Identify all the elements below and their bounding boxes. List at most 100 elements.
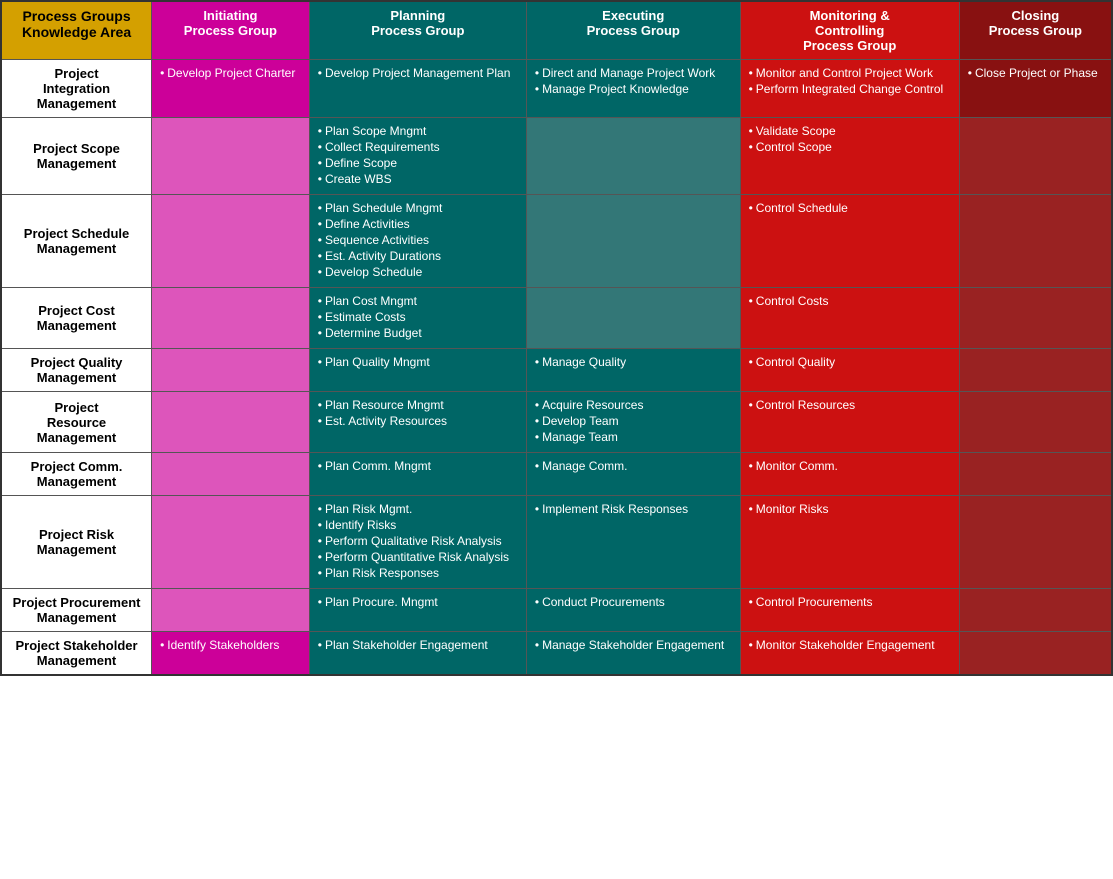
- planning-item: Develop Project Management Plan: [318, 66, 518, 80]
- initiating-cell: Identify Stakeholders: [152, 632, 310, 676]
- executing-item: Manage Quality: [535, 355, 732, 369]
- planning-item: Plan Risk Mgmt.: [318, 502, 518, 516]
- planning-cell: Develop Project Management Plan: [309, 60, 526, 118]
- monitoring-item: Monitor Risks: [749, 502, 951, 516]
- closing-cell: [959, 496, 1112, 589]
- executing-cell: [526, 195, 740, 288]
- header-executing: Executing Process Group: [526, 1, 740, 60]
- header-planning: Planning Process Group: [309, 1, 526, 60]
- planning-cell: Plan Stakeholder Engagement: [309, 632, 526, 676]
- planning-item: Perform Qualitative Risk Analysis: [318, 534, 518, 548]
- knowledge-area-cell: Project Procurement Management: [1, 589, 152, 632]
- monitoring-item: Validate Scope: [749, 124, 951, 138]
- planning-item: Plan Risk Responses: [318, 566, 518, 580]
- knowledge-area-cell: Project Integration Management: [1, 60, 152, 118]
- monitoring-item: Control Procurements: [749, 595, 951, 609]
- knowledge-area-cell: Project Risk Management: [1, 496, 152, 589]
- planning-cell: Plan Procure. Mngmt: [309, 589, 526, 632]
- table-row: Project Comm. Management Plan Comm. Mngmt…: [1, 453, 1112, 496]
- executing-cell: Manage Stakeholder Engagement: [526, 632, 740, 676]
- executing-cell: [526, 118, 740, 195]
- planning-item: Plan Quality Mngmt: [318, 355, 518, 369]
- header-knowledge: Process Groups Knowledge Area: [1, 1, 152, 60]
- executing-cell: [526, 288, 740, 349]
- initiating-item: Develop Project Charter: [160, 66, 301, 80]
- knowledge-area-cell: Project Cost Management: [1, 288, 152, 349]
- knowledge-area-cell: Project Comm. Management: [1, 453, 152, 496]
- table-row: Project Schedule ManagementPlan Schedule…: [1, 195, 1112, 288]
- initiating-cell: [152, 118, 310, 195]
- monitoring-item: Monitor Stakeholder Engagement: [749, 638, 951, 652]
- table-row: Project Cost Management Plan Cost Mngmt Es…: [1, 288, 1112, 349]
- closing-cell: [959, 453, 1112, 496]
- executing-cell: Manage Comm.: [526, 453, 740, 496]
- closing-item: Close Project or Phase: [968, 66, 1103, 80]
- planning-cell: Plan Comm. Mngmt: [309, 453, 526, 496]
- initiating-cell: [152, 392, 310, 453]
- closing-cell: [959, 118, 1112, 195]
- planning-item: Plan Procure. Mngmt: [318, 595, 518, 609]
- planning-item: Plan Scope Mngmt: [318, 124, 518, 138]
- closing-cell: [959, 632, 1112, 676]
- planning-item: Define Scope: [318, 156, 518, 170]
- closing-cell: [959, 349, 1112, 392]
- closing-cell: [959, 288, 1112, 349]
- executing-item: Develop Team: [535, 414, 732, 428]
- monitoring-item: Control Quality: [749, 355, 951, 369]
- executing-cell: Manage Quality: [526, 349, 740, 392]
- header-row: Process Groups Knowledge Area Initiating…: [1, 1, 1112, 60]
- planning-item: Create WBS: [318, 172, 518, 186]
- initiating-cell: [152, 288, 310, 349]
- executing-item: Conduct Procurements: [535, 595, 732, 609]
- initiating-cell: [152, 349, 310, 392]
- executing-item: Manage Team: [535, 430, 732, 444]
- planning-item: Identify Risks: [318, 518, 518, 532]
- initiating-cell: [152, 589, 310, 632]
- knowledge-area-cell: Project Quality Management: [1, 349, 152, 392]
- knowledge-area-cell: Project Stakeholder Management: [1, 632, 152, 676]
- header-closing: Closing Process Group: [959, 1, 1112, 60]
- planning-item: Collect Requirements: [318, 140, 518, 154]
- monitoring-item: Monitor Comm.: [749, 459, 951, 473]
- executing-item: Implement Risk Responses: [535, 502, 732, 516]
- monitoring-cell: Monitor Risks: [740, 496, 959, 589]
- planning-item: Plan Comm. Mngmt: [318, 459, 518, 473]
- monitoring-cell: Monitor Comm.: [740, 453, 959, 496]
- executing-cell: Direct and Manage Project WorkManage Pro…: [526, 60, 740, 118]
- monitoring-cell: Monitor Stakeholder Engagement: [740, 632, 959, 676]
- planning-item: Est. Activity Durations: [318, 249, 518, 263]
- monitoring-item: Control Resources: [749, 398, 951, 412]
- knowledge-area-cell: Project Scope Management: [1, 118, 152, 195]
- executing-item: Manage Comm.: [535, 459, 732, 473]
- monitoring-cell: Control Quality: [740, 349, 959, 392]
- header-monitoring: Monitoring & Controlling Process Group: [740, 1, 959, 60]
- planning-item: Sequence Activities: [318, 233, 518, 247]
- executing-item: Acquire Resources: [535, 398, 732, 412]
- table-row: Project Procurement Management Plan Procu…: [1, 589, 1112, 632]
- planning-item: Plan Cost Mngmt: [318, 294, 518, 308]
- monitoring-item: Control Scope: [749, 140, 951, 154]
- initiating-cell: [152, 453, 310, 496]
- planning-item: Plan Resource Mngmt: [318, 398, 518, 412]
- monitoring-cell: Control Resources: [740, 392, 959, 453]
- table-row: Project Scope Management Plan Scope Mngmt…: [1, 118, 1112, 195]
- planning-item: Estimate Costs: [318, 310, 518, 324]
- monitoring-cell: Control Schedule: [740, 195, 959, 288]
- pmbok-table: Process Groups Knowledge Area Initiating…: [0, 0, 1113, 676]
- table-row: Project Stakeholder Management Identify S…: [1, 632, 1112, 676]
- planning-item: Plan Stakeholder Engagement: [318, 638, 518, 652]
- initiating-cell: Develop Project Charter: [152, 60, 310, 118]
- header-initiating: Initiating Process Group: [152, 1, 310, 60]
- knowledge-area-cell: Project Schedule Management: [1, 195, 152, 288]
- monitoring-item: Perform Integrated Change Control: [749, 82, 951, 96]
- executing-item: Direct and Manage Project Work: [535, 66, 732, 80]
- initiating-cell: [152, 496, 310, 589]
- executing-item: Manage Stakeholder Engagement: [535, 638, 732, 652]
- planning-cell: Plan Cost Mngmt Estimate Costs Determine B…: [309, 288, 526, 349]
- initiating-item: Identify Stakeholders: [160, 638, 301, 652]
- planning-item: Determine Budget: [318, 326, 518, 340]
- table-row: Project Integration Management Develop Pr…: [1, 60, 1112, 118]
- planning-item: Develop Schedule: [318, 265, 518, 279]
- planning-cell: Plan Resource MngmtEst. Activity Resourc…: [309, 392, 526, 453]
- monitoring-item: Control Costs: [749, 294, 951, 308]
